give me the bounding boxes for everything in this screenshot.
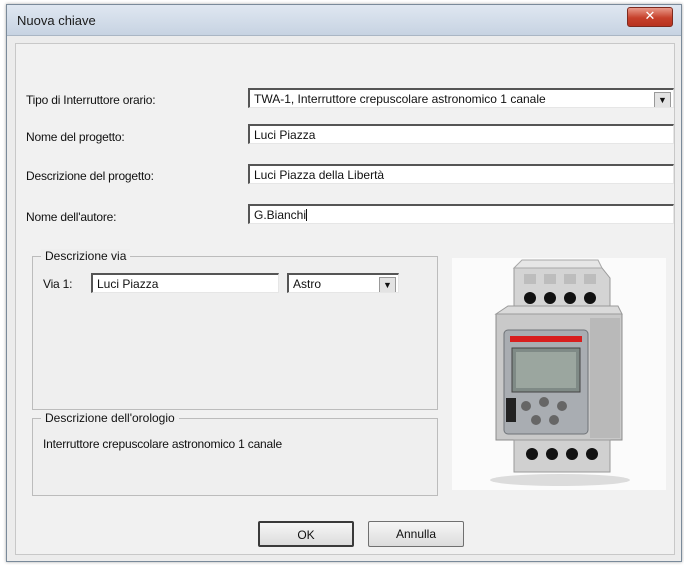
descrizione-progetto-value: Luci Piazza della Libertà (254, 168, 385, 182)
nome-progetto-value: Luci Piazza (254, 128, 316, 142)
tipo-dropdown[interactable]: TWA-1, Interruttore crepuscolare astrono… (248, 88, 674, 108)
via-input[interactable]: Luci Piazza (91, 273, 279, 293)
descrizione-via-group: Descrizione via Via 1: Luci Piazza Astro… (32, 249, 438, 410)
text-caret (306, 209, 308, 221)
window-title: Nuova chiave (17, 13, 96, 28)
chevron-down-icon[interactable]: ▼ (654, 92, 671, 107)
device-image (452, 258, 666, 490)
via-label: Via 1: (43, 277, 73, 291)
dialog-window: Nuova chiave ✕ Tipo di Interruttore orar… (6, 4, 682, 562)
nome-autore-label: Nome dell'autore: (26, 210, 117, 224)
chevron-down-icon[interactable]: ▼ (379, 277, 396, 292)
nome-autore-input[interactable]: G.Bianchi (248, 204, 674, 224)
descrizione-progetto-label: Descrizione del progetto: (26, 169, 154, 183)
descrizione-orologio-group: Descrizione dell'orologio Interruttore c… (32, 411, 438, 496)
via-mode-value: Astro (293, 277, 322, 291)
din-rail-timer-device-icon (490, 259, 630, 486)
tipo-value: TWA-1, Interruttore crepuscolare astrono… (254, 92, 546, 106)
orologio-description: Interruttore crepuscolare astronomico 1 … (43, 437, 282, 451)
ok-button[interactable]: OK (258, 521, 354, 547)
tipo-label: Tipo di Interruttore orario: (26, 93, 156, 107)
via-value: Luci Piazza (97, 277, 159, 291)
nome-autore-value: G.Bianchi (254, 208, 307, 222)
title-bar[interactable]: Nuova chiave ✕ (7, 5, 681, 36)
nome-progetto-input[interactable]: Luci Piazza (248, 124, 674, 144)
via-mode-dropdown[interactable]: Astro ▼ (287, 273, 399, 293)
descrizione-orologio-title: Descrizione dell'orologio (41, 411, 179, 425)
descrizione-progetto-input[interactable]: Luci Piazza della Libertà (248, 164, 674, 184)
nome-progetto-label: Nome del progetto: (26, 130, 125, 144)
close-icon: ✕ (644, 9, 656, 24)
dialog-content: Tipo di Interruttore orario: TWA-1, Inte… (15, 43, 675, 555)
close-button[interactable]: ✕ (627, 7, 673, 27)
descrizione-via-title: Descrizione via (41, 249, 131, 263)
cancel-button[interactable]: Annulla (368, 521, 464, 547)
